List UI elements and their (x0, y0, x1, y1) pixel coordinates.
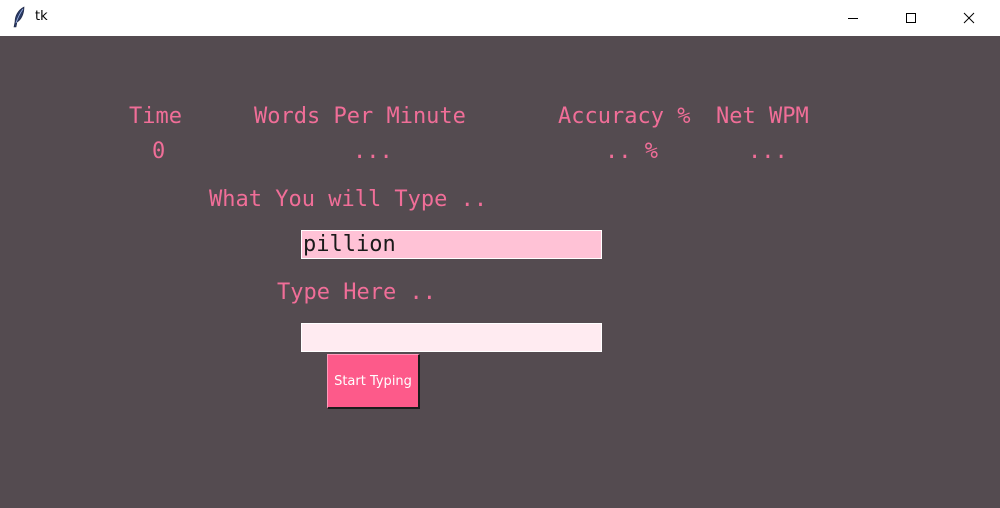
app-body: Time Words Per Minute Accuracy % Net WPM… (0, 36, 1000, 508)
app-window: tk Time Words Per Minute Accuracy % Net … (0, 0, 1000, 508)
maximize-icon (906, 13, 916, 23)
wpm-value: ... (353, 139, 393, 164)
time-label: Time (129, 104, 182, 129)
close-icon (963, 12, 975, 24)
prompt-label: What You will Type .. (209, 187, 488, 212)
feather-icon (13, 6, 25, 28)
accuracy-label: Accuracy % (558, 104, 691, 129)
wpm-label: Words Per Minute (254, 104, 466, 129)
net-wpm-value: ... (748, 139, 788, 164)
close-button[interactable] (940, 0, 998, 36)
accuracy-value: .. % (605, 139, 658, 164)
maximize-button[interactable] (882, 0, 940, 36)
title-bar[interactable]: tk (0, 0, 1000, 36)
window-title: tk (35, 9, 48, 24)
minimize-button[interactable] (824, 0, 882, 36)
net-wpm-label: Net WPM (716, 104, 809, 129)
typing-input[interactable] (301, 323, 602, 352)
start-typing-button[interactable]: Start Typing (327, 354, 420, 409)
typing-label: Type Here .. (277, 280, 436, 305)
time-value: 0 (152, 139, 166, 164)
minimize-icon (848, 18, 858, 19)
target-word-field[interactable] (301, 230, 602, 259)
